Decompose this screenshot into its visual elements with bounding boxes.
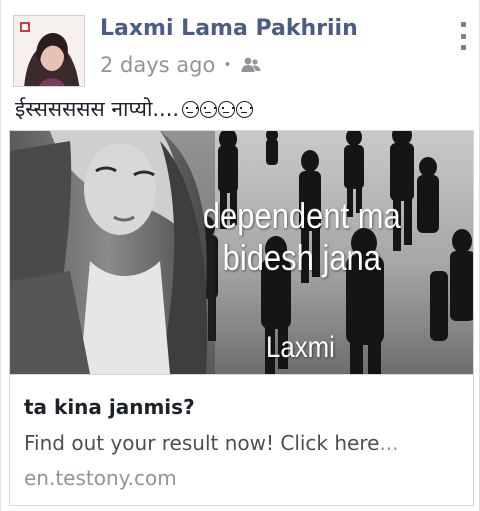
friends-icon[interactable]: [240, 56, 262, 74]
emoji-group: [181, 100, 254, 118]
post-timestamp[interactable]: 2 days ago: [100, 53, 215, 77]
author-name[interactable]: Laxmi Lama Pakhriin: [100, 16, 358, 41]
post-meta: 2 days ago •: [100, 53, 262, 77]
unamused-face-icon: [200, 100, 218, 118]
overlay-line-2: bidesh jana: [222, 237, 381, 278]
preview-overlay-title: dependent ma bidesh jana: [190, 195, 414, 279]
link-preview-text[interactable]: ta kina janmis? Find out your result now…: [10, 374, 473, 505]
link-title[interactable]: ta kina janmis?: [24, 395, 195, 419]
meta-separator: •: [223, 57, 232, 73]
status-text-row: ईस्ससससस नाप्यो....: [15, 95, 254, 123]
overlay-line-1: dependent ma: [202, 195, 401, 236]
link-description-ellipsis: ...: [379, 431, 399, 455]
avatar-image: [14, 16, 84, 86]
link-preview-card[interactable]: dependent ma bidesh jana Laxmi ta kina j…: [9, 130, 474, 506]
link-preview-image[interactable]: dependent ma bidesh jana Laxmi: [10, 131, 473, 374]
link-domain: en.testony.com: [24, 466, 177, 490]
link-description-text: Find out your result now! Click here: [24, 431, 380, 455]
preview-overlay-name: Laxmi: [266, 331, 335, 364]
unamused-face-icon: [182, 100, 200, 118]
tired-face-icon: [236, 100, 254, 118]
feed-post: Laxmi Lama Pakhriin 2 days ago • ईस्सससस…: [0, 0, 480, 511]
avatar[interactable]: [13, 15, 85, 87]
link-description: Find out your result now! Click here...: [24, 431, 399, 455]
more-vertical-icon[interactable]: [456, 22, 470, 50]
status-text: ईस्ससससस नाप्यो....: [15, 97, 180, 121]
tired-face-icon: [218, 100, 236, 118]
